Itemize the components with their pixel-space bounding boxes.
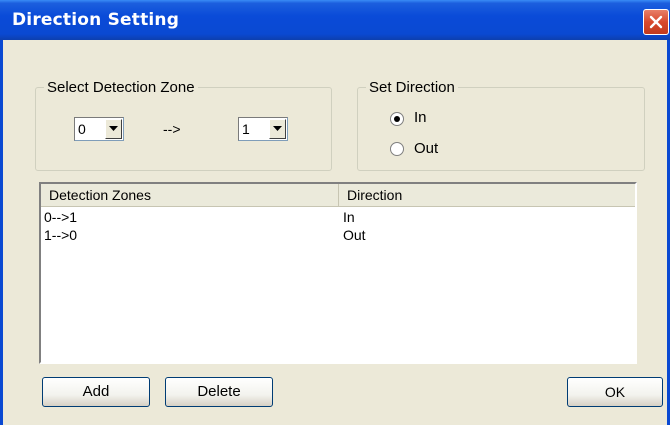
- window-title: Direction Setting: [12, 10, 180, 30]
- to-zone-value: 1: [242, 121, 250, 137]
- ok-button[interactable]: OK: [567, 377, 663, 407]
- row-direction: Out: [343, 227, 366, 243]
- column-header-direction[interactable]: Direction: [339, 184, 635, 206]
- list-row[interactable]: 0-->1 In: [41, 209, 635, 227]
- to-zone-dropdown[interactable]: 1: [238, 117, 288, 141]
- set-direction-legend: Set Direction: [369, 79, 455, 96]
- direction-out-label[interactable]: Out: [414, 140, 438, 157]
- from-zone-value: 0: [78, 121, 86, 137]
- row-zones: 0-->1: [44, 209, 78, 225]
- column-header-detection-zones[interactable]: Detection Zones: [41, 184, 339, 206]
- direction-in-radio[interactable]: [390, 112, 404, 126]
- zone-arrow-label: -->: [163, 121, 181, 137]
- row-zones: 1-->0: [44, 227, 78, 243]
- delete-button[interactable]: Delete: [165, 377, 273, 407]
- close-icon[interactable]: [643, 9, 669, 35]
- chevron-down-icon[interactable]: [105, 119, 122, 139]
- list-header: Detection Zones Direction: [41, 184, 635, 207]
- list-row[interactable]: 1-->0 Out: [41, 227, 635, 245]
- from-zone-dropdown[interactable]: 0: [74, 117, 124, 141]
- title-bar[interactable]: Direction Setting: [0, 0, 670, 40]
- direction-list[interactable]: Detection Zones Direction 0-->1 In 1-->0…: [39, 182, 637, 364]
- add-button[interactable]: Add: [42, 377, 150, 407]
- row-direction: In: [343, 209, 355, 225]
- direction-in-label[interactable]: In: [414, 109, 427, 126]
- direction-out-radio[interactable]: [390, 142, 404, 156]
- window-border-left: [0, 40, 3, 425]
- select-detection-zone-legend: Select Detection Zone: [47, 79, 195, 96]
- chevron-down-icon[interactable]: [269, 119, 286, 139]
